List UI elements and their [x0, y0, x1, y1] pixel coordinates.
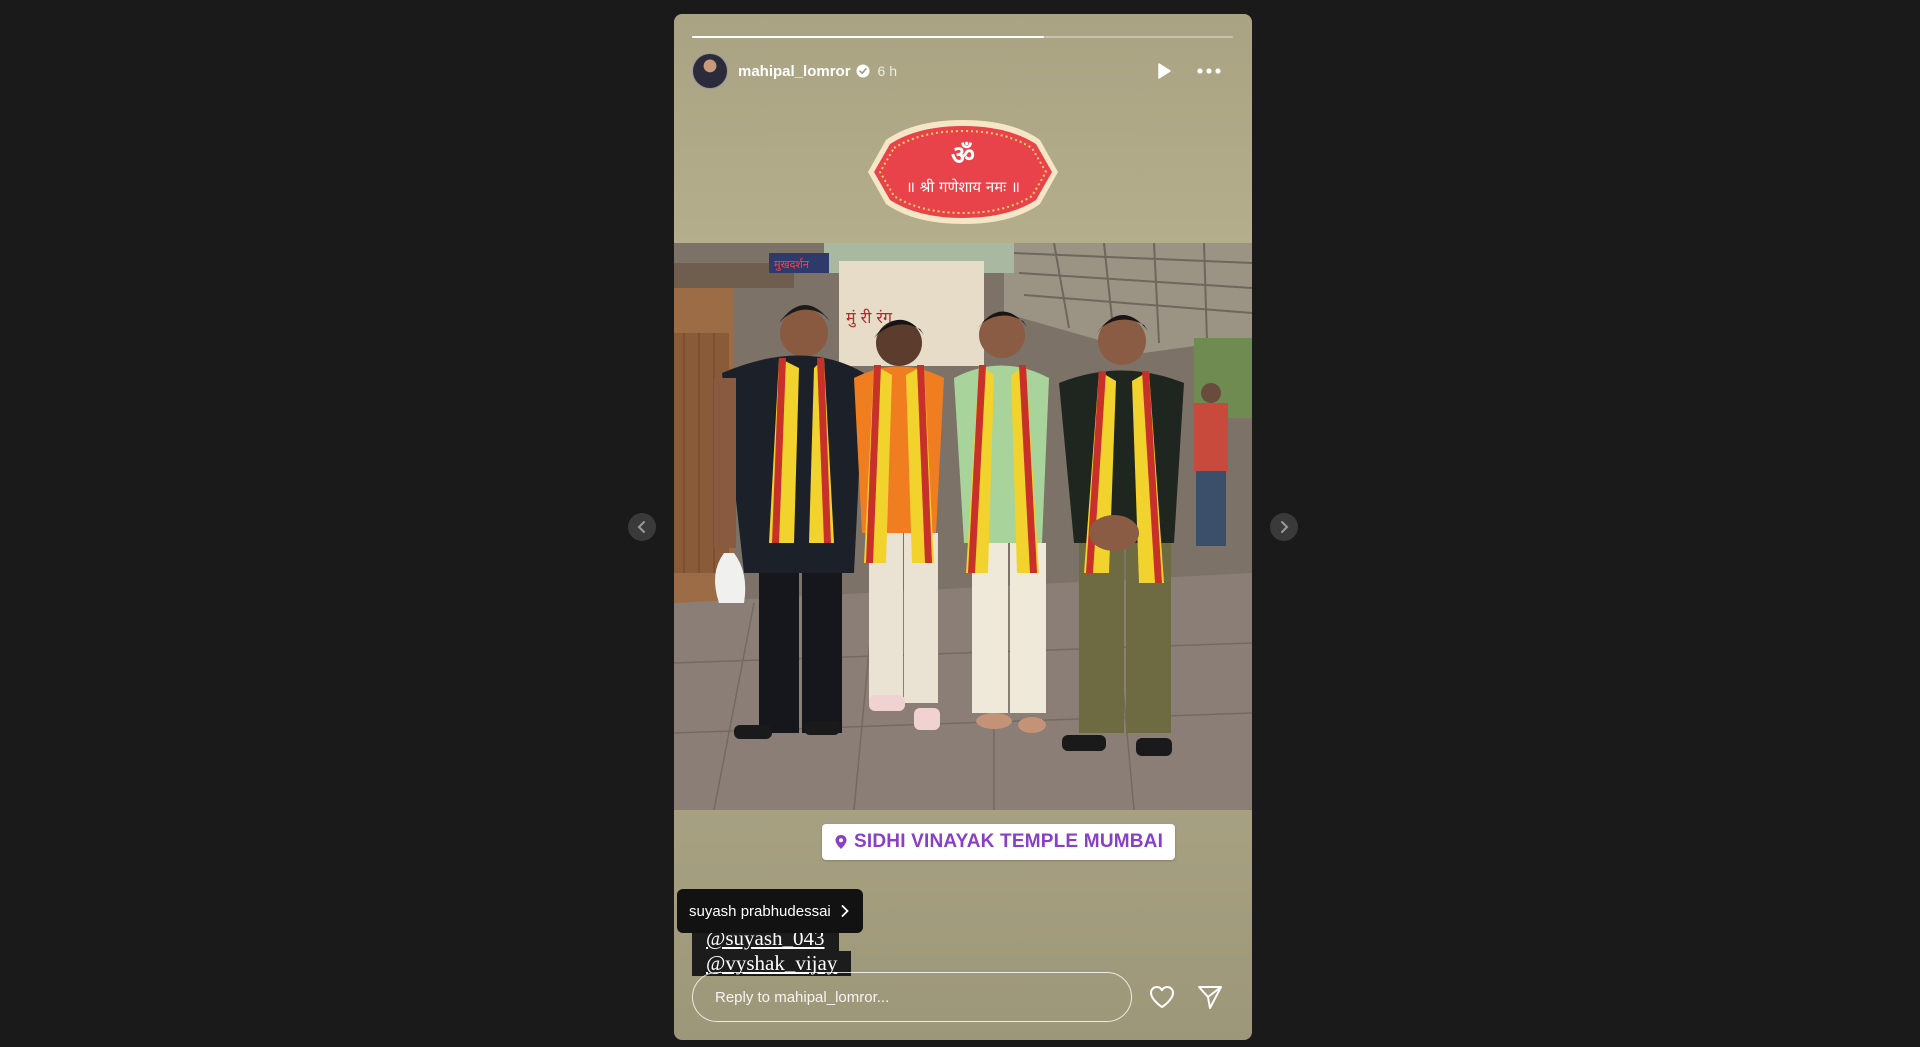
- location-sticker[interactable]: SIDHI VINAYAK TEMPLE MUMBAI: [822, 824, 1176, 860]
- tagged-user-name: suyash prabhudessai: [689, 902, 831, 920]
- ganesh-mantra-text: ॥ श्री गणेशाय नमः ॥: [906, 178, 1020, 196]
- story-header: mahipal_lomror 6 h: [692, 53, 1233, 89]
- chevron-left-icon: [637, 521, 645, 533]
- location-label: SIDHI VINAYAK TEMPLE MUMBAI: [854, 831, 1164, 852]
- story-viewer: mahipal_lomror 6 h ॐ ॥ श्री गणेशाय नमः ॥: [0, 0, 1920, 1047]
- story-progress-fill: [692, 36, 1044, 38]
- next-story-button[interactable]: [1270, 513, 1298, 541]
- story-username[interactable]: mahipal_lomror: [738, 63, 851, 80]
- photo-red-sign-text: मुखदर्शन: [774, 258, 810, 271]
- story-timestamp: 6 h: [877, 63, 897, 79]
- send-icon[interactable]: [1196, 983, 1224, 1011]
- om-symbol-text: ॐ: [951, 141, 975, 171]
- avatar[interactable]: [692, 53, 728, 89]
- previous-story-button[interactable]: [628, 513, 656, 541]
- story-progress-bar: [692, 36, 1233, 38]
- chevron-right-icon: [1281, 521, 1289, 533]
- tagged-user-tooltip[interactable]: suyash prabhudessai: [677, 889, 863, 933]
- heart-icon[interactable]: [1148, 983, 1176, 1011]
- shri-ganeshaya-namah-sticker[interactable]: ॐ ॥ श्री गणेशाय नमः ॥: [866, 118, 1060, 226]
- location-pin-icon: [835, 835, 847, 849]
- more-options-icon[interactable]: [1197, 68, 1221, 74]
- mention-stack: @suyash_043 @vyshak_vijay: [692, 926, 852, 976]
- verified-badge-icon: [856, 64, 870, 78]
- chevron-right-icon: [841, 905, 849, 917]
- reply-input[interactable]: [692, 972, 1132, 1022]
- play-icon[interactable]: [1155, 62, 1173, 80]
- story-card[interactable]: mahipal_lomror 6 h ॐ ॥ श्री गणेशाय नमः ॥: [674, 14, 1252, 1040]
- story-photo: मुखदर्शन मुं री रंग: [674, 243, 1252, 810]
